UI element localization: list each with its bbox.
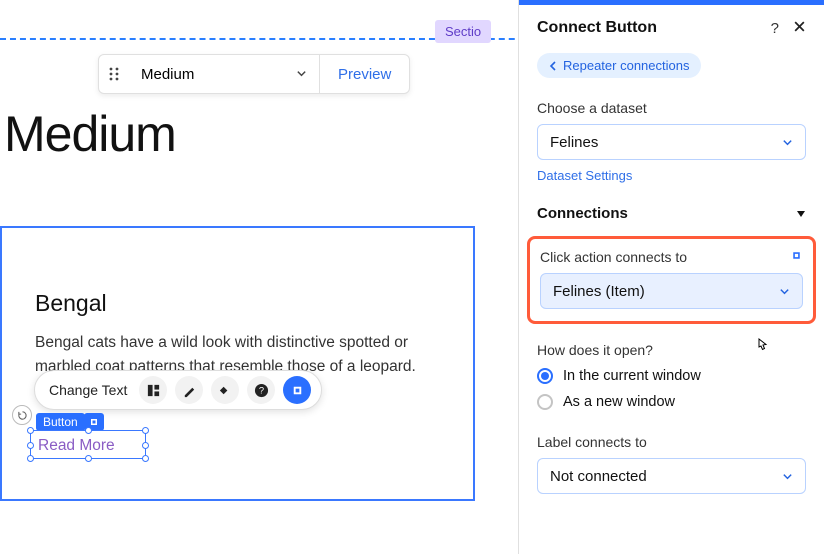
dataset-select[interactable]: Felines: [537, 124, 806, 160]
element-type-badge: Button: [36, 413, 85, 431]
resize-handle[interactable]: [142, 427, 149, 434]
dataset-select-value: Felines: [550, 134, 598, 151]
click-action-highlight: Click action connects to Felines (Item): [527, 236, 816, 324]
preview-button[interactable]: Preview: [320, 66, 409, 83]
section-badge: Sectio: [435, 20, 491, 43]
breakpoint-dropdown[interactable]: Medium: [129, 66, 319, 83]
connections-header[interactable]: Connections: [537, 205, 806, 222]
resize-handle[interactable]: [27, 442, 34, 449]
label-connects-select[interactable]: Not connected: [537, 458, 806, 494]
chevron-down-icon: [296, 66, 307, 83]
animation-icon[interactable]: [211, 376, 239, 404]
open-new-label: As a new window: [563, 394, 675, 410]
page-title: Medium: [4, 105, 176, 163]
breakpoint-toolbar: Medium Preview: [98, 54, 410, 94]
back-label: Repeater connections: [563, 58, 689, 73]
help-icon[interactable]: ?: [771, 20, 779, 37]
element-edit-toolbar: Change Text ?: [34, 370, 322, 410]
resize-handle[interactable]: [27, 455, 34, 462]
close-icon[interactable]: [793, 20, 806, 37]
label-connects-value: Not connected: [550, 468, 647, 485]
connect-data-icon[interactable]: [283, 376, 311, 404]
chevron-down-icon: [782, 471, 793, 482]
drag-handle-icon[interactable]: [99, 67, 129, 81]
chevron-down-icon: [779, 286, 790, 297]
panel-title: Connect Button: [537, 19, 657, 37]
resize-handle[interactable]: [85, 427, 92, 434]
connect-panel: Connect Button ? Repeater connections Ch…: [518, 0, 824, 554]
click-action-select[interactable]: Felines (Item): [540, 273, 803, 309]
selection-outline: [30, 430, 146, 459]
layout-icon[interactable]: [139, 376, 167, 404]
breakpoint-value: Medium: [141, 66, 194, 83]
undo-history-icon[interactable]: [12, 405, 32, 425]
resize-handle[interactable]: [142, 442, 149, 449]
open-new-option[interactable]: As a new window: [537, 394, 806, 410]
open-current-label: In the current window: [563, 368, 701, 384]
change-text-button[interactable]: Change Text: [45, 382, 131, 398]
resize-handle[interactable]: [85, 455, 92, 462]
click-action-label: Click action connects to: [540, 249, 687, 265]
back-repeater-connections[interactable]: Repeater connections: [537, 53, 701, 78]
connections-header-label: Connections: [537, 205, 628, 222]
help-circle-icon[interactable]: ?: [247, 376, 275, 404]
dataset-settings-link[interactable]: Dataset Settings: [537, 168, 806, 183]
choose-dataset-label: Choose a dataset: [537, 100, 806, 116]
cursor-pointer-icon: [754, 337, 770, 359]
resize-handle[interactable]: [27, 427, 34, 434]
design-icon[interactable]: [175, 376, 203, 404]
resize-handle[interactable]: [142, 455, 149, 462]
panel-header: Connect Button ?: [519, 5, 824, 49]
chevron-left-icon: [549, 61, 557, 71]
radio-selected-icon: [537, 368, 553, 384]
item-title: Bengal: [35, 290, 107, 317]
triangle-down-icon: [796, 209, 806, 219]
radio-unselected-icon: [537, 394, 553, 410]
open-current-option[interactable]: In the current window: [537, 368, 806, 384]
connection-indicator-icon: [790, 249, 803, 265]
label-connects-label: Label connects to: [537, 434, 806, 450]
svg-text:?: ?: [259, 385, 264, 395]
chevron-down-icon: [782, 137, 793, 148]
repeater-item[interactable]: Bengal Bengal cats have a wild look with…: [0, 226, 475, 501]
click-action-value: Felines (Item): [553, 283, 645, 300]
